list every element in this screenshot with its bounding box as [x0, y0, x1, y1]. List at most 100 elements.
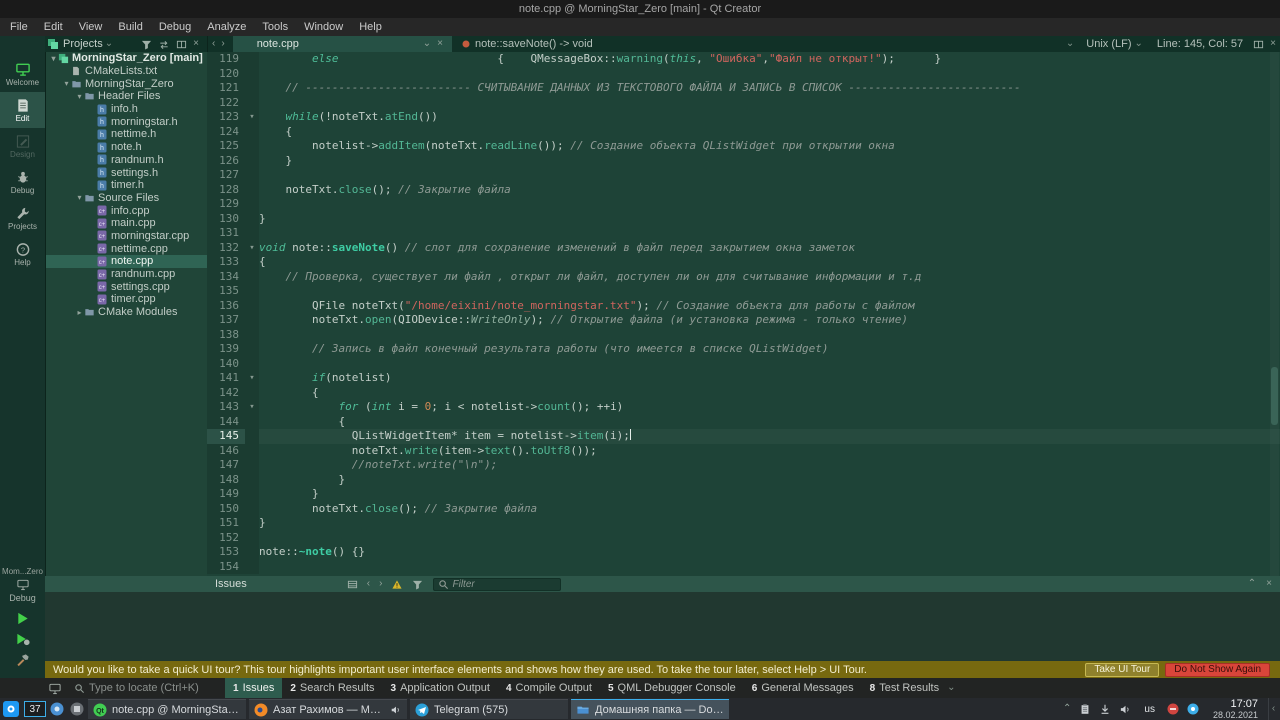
- line-number[interactable]: 144: [207, 414, 245, 429]
- tree-item-nettime-cpp[interactable]: c+ nettime.cpp: [46, 242, 207, 255]
- tree-item-source-files[interactable]: ▾ Source Files: [46, 192, 207, 205]
- close-icon[interactable]: ×: [1266, 579, 1272, 589]
- line-number[interactable]: 120: [207, 66, 245, 81]
- line-number[interactable]: 146: [207, 443, 245, 458]
- encoding-selector[interactable]: Unix (LF) ⌄: [1086, 38, 1143, 50]
- issues-filter[interactable]: [433, 577, 562, 591]
- code-line-154[interactable]: 154: [207, 559, 1280, 574]
- output-pane-compile-output[interactable]: 4 Compile Output: [498, 678, 600, 698]
- toggle-progress-icon[interactable]: [48, 682, 62, 695]
- tree-item-timer-cpp[interactable]: c+ timer.cpp: [46, 293, 207, 306]
- tree-item-note-h[interactable]: h note.h: [46, 141, 207, 154]
- virtual-desktop-pager[interactable]: 37: [24, 701, 46, 717]
- split-icon[interactable]: [176, 39, 187, 50]
- taskbar-window[interactable]: Азат Рахимов — Mozilla ...: [249, 699, 407, 719]
- tree-item-timer-h[interactable]: h timer.h: [46, 179, 207, 192]
- mode-edit[interactable]: Edit: [0, 92, 45, 128]
- breadcrumb-dropdown-icon[interactable]: ⌄: [1066, 39, 1074, 49]
- line-number[interactable]: 127: [207, 168, 245, 183]
- line-number[interactable]: 133: [207, 255, 245, 270]
- tree-item-randnum-cpp[interactable]: c+ randnum.cpp: [46, 268, 207, 281]
- code-line-123[interactable]: 123 ▾ while(!noteTxt.atEnd()): [207, 110, 1280, 125]
- code-line-132[interactable]: 132 ▾ void note::saveNote() // слот для со…: [207, 240, 1280, 255]
- tree-item-note-cpp[interactable]: c+ note.cpp: [46, 255, 207, 268]
- line-number[interactable]: 145: [207, 429, 245, 444]
- line-number[interactable]: 140: [207, 356, 245, 371]
- output-pane-general-messages[interactable]: 6 General Messages: [744, 678, 862, 698]
- clock[interactable]: 17:07 28.02.2021: [1213, 698, 1258, 720]
- run-icon[interactable]: [15, 611, 31, 626]
- funnel-icon[interactable]: [412, 579, 423, 590]
- fold-marker-icon[interactable]: ▾: [245, 400, 259, 415]
- application-launcher-icon[interactable]: [2, 700, 20, 718]
- line-number[interactable]: 150: [207, 501, 245, 516]
- line-number[interactable]: 148: [207, 472, 245, 487]
- line-number[interactable]: 137: [207, 313, 245, 328]
- line-number[interactable]: 141: [207, 371, 245, 386]
- line-number[interactable]: 151: [207, 516, 245, 531]
- run-debug-icon[interactable]: [15, 632, 31, 647]
- line-number[interactable]: 128: [207, 182, 245, 197]
- tree-item-main-cpp[interactable]: c+ main.cpp: [46, 217, 207, 230]
- sync-icon[interactable]: [158, 39, 170, 50]
- volume-icon[interactable]: [1119, 703, 1132, 716]
- line-number[interactable]: 147: [207, 458, 245, 473]
- blue-badge-icon[interactable]: [1187, 703, 1199, 715]
- code-line-122[interactable]: 122: [207, 95, 1280, 110]
- line-number[interactable]: 136: [207, 298, 245, 313]
- code-line-148[interactable]: 148 }: [207, 472, 1280, 487]
- back-icon[interactable]: ‹: [367, 579, 370, 589]
- code-line-151[interactable]: 151}: [207, 516, 1280, 531]
- tree-item-header-files[interactable]: ▾ Header Files: [46, 90, 207, 103]
- line-number[interactable]: 126: [207, 153, 245, 168]
- download-icon[interactable]: [1099, 703, 1111, 715]
- code-line-138[interactable]: 138: [207, 327, 1280, 342]
- forward-icon[interactable]: ›: [221, 39, 224, 49]
- close-icon[interactable]: ×: [1270, 39, 1276, 49]
- cursor-position[interactable]: Line: 145, Col: 57: [1157, 38, 1243, 50]
- menu-item-view[interactable]: View: [71, 20, 111, 34]
- taskbar-window[interactable]: Telegram (575): [410, 699, 568, 719]
- code-line-149[interactable]: 149 }: [207, 487, 1280, 502]
- code-editor[interactable]: 119 else { QMessageBox::warning(this, "О…: [207, 52, 1280, 576]
- code-line-135[interactable]: 135: [207, 284, 1280, 299]
- menu-item-window[interactable]: Window: [296, 20, 351, 34]
- tree-item-info-h[interactable]: h info.h: [46, 103, 207, 116]
- code-line-139[interactable]: 139 // Запись в файл конечный результата…: [207, 342, 1280, 357]
- tab-note-cpp[interactable]: note.cpp ⌄ ×: [232, 36, 452, 52]
- line-number[interactable]: 122: [207, 95, 245, 110]
- output-panes-menu-icon[interactable]: ⌄: [947, 683, 955, 693]
- keyboard-layout[interactable]: us: [1144, 704, 1155, 715]
- do-not-show-again-button[interactable]: Do Not Show Again: [1165, 662, 1270, 677]
- warning-filter-icon[interactable]: [391, 579, 403, 590]
- line-number[interactable]: 134: [207, 269, 245, 284]
- output-pane-search-results[interactable]: 2 Search Results: [282, 678, 382, 698]
- taskbar-window[interactable]: Домашняя папка — Dolphin: [571, 699, 729, 719]
- line-number[interactable]: 135: [207, 284, 245, 299]
- chevron-up-icon[interactable]: ⌃: [1248, 579, 1256, 589]
- mode-welcome[interactable]: Welcome: [0, 56, 45, 92]
- line-number[interactable]: 130: [207, 211, 245, 226]
- code-line-144[interactable]: 144 {: [207, 414, 1280, 429]
- editor-scrollbar[interactable]: [1270, 52, 1279, 576]
- code-line-131[interactable]: 131: [207, 226, 1280, 241]
- code-line-140[interactable]: 140: [207, 356, 1280, 371]
- gray-app-icon[interactable]: [70, 702, 84, 716]
- tree-item-randnum-h[interactable]: h randnum.h: [46, 154, 207, 167]
- taskbar-window[interactable]: Qt note.cpp @ MorningStar_Zer...: [88, 699, 246, 719]
- menu-item-file[interactable]: File: [2, 20, 36, 34]
- red-badge-icon[interactable]: [1167, 703, 1179, 715]
- code-line-133[interactable]: 133 {: [207, 255, 1280, 270]
- code-line-152[interactable]: 152: [207, 530, 1280, 545]
- code-line-121[interactable]: 121 // ------------------------- СЧИТЫВА…: [207, 81, 1280, 96]
- locator[interactable]: [70, 679, 221, 697]
- output-pane-issues[interactable]: 1 Issues: [225, 678, 283, 698]
- line-number[interactable]: 143: [207, 400, 245, 415]
- blue-app-icon[interactable]: [50, 702, 64, 716]
- mode-help[interactable]: ? Help: [0, 236, 45, 272]
- tree-item-settings-cpp[interactable]: c+ settings.cpp: [46, 280, 207, 293]
- tree-item-cmake-modules[interactable]: ▸ CMake Modules: [46, 306, 207, 319]
- line-number[interactable]: 142: [207, 385, 245, 400]
- tree-item-cmakelists-txt[interactable]: CMakeLists.txt: [46, 65, 207, 78]
- code-line-137[interactable]: 137 noteTxt.open(QIODevice::WriteOnly); …: [207, 313, 1280, 328]
